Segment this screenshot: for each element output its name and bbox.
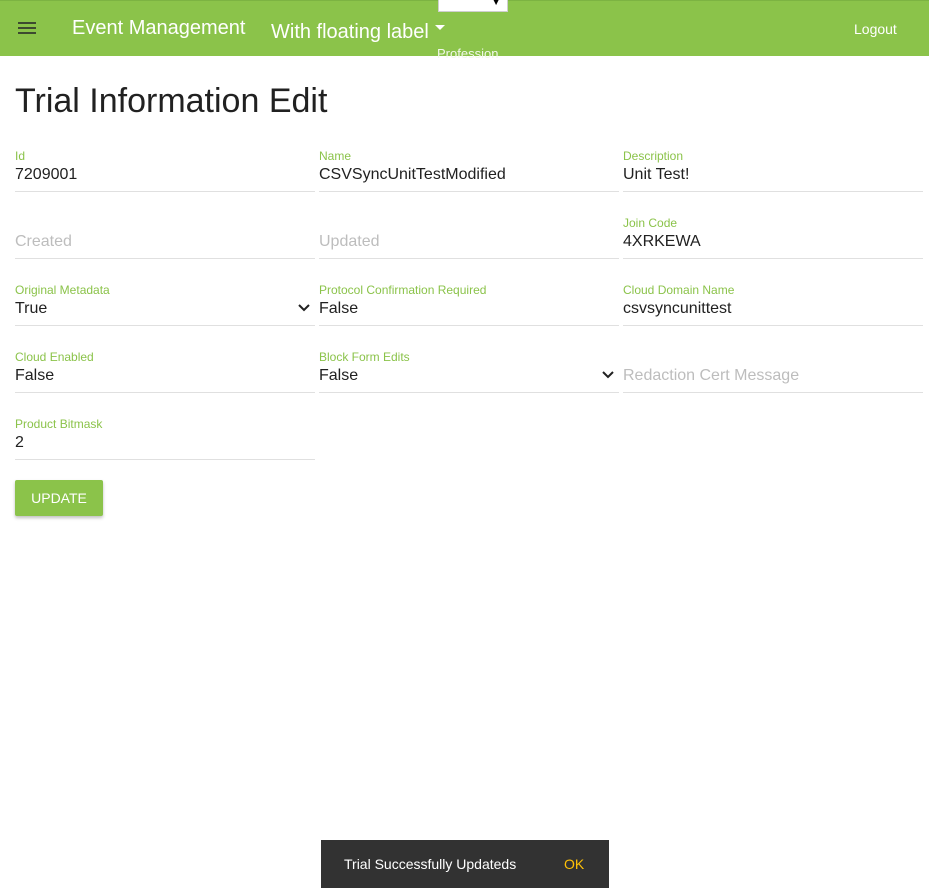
block-form-edits-label: Block Form Edits [319, 350, 410, 364]
join-code-value: 4XRKEWA [623, 233, 701, 250]
snackbar-ok-button[interactable]: OK [564, 856, 584, 872]
cloud-enabled-value: False [15, 367, 55, 384]
hamburger-menu-icon[interactable] [18, 21, 38, 37]
updated-placeholder: Updated [319, 233, 380, 250]
name-label: Name [319, 149, 352, 163]
description-field[interactable]: Description Unit Test! [623, 149, 923, 192]
description-label: Description [623, 149, 684, 163]
name-value: CSVSyncUnitTestModified [319, 166, 506, 183]
id-value: 7209001 [15, 166, 78, 183]
profession-label: Profession [437, 46, 499, 61]
snackbar-message: Trial Successfully Updateds [344, 856, 517, 872]
original-metadata-label: Original Metadata [15, 283, 110, 297]
cloud-enabled-label: Cloud Enabled [15, 350, 94, 364]
page-title: Trial Information Edit [15, 82, 328, 120]
block-form-edits-select[interactable]: Block Form Edits False [319, 350, 619, 393]
floating-label-menu[interactable]: With floating label [271, 21, 445, 44]
redaction-cert-message-field[interactable]: Redaction Cert Message [623, 350, 923, 393]
redaction-cert-message-placeholder: Redaction Cert Message [623, 367, 800, 384]
app-title: Event Management [72, 17, 246, 39]
cloud-domain-name-value: csvsyncunittest [623, 300, 732, 317]
id-label: Id [15, 149, 26, 163]
updated-field[interactable]: Updated [319, 216, 619, 259]
protocol-confirmation-value: False [319, 300, 359, 317]
block-form-edits-value: False [319, 367, 359, 384]
select-arrow-icon: ▼ [491, 0, 501, 8]
original-metadata-value: True [15, 300, 48, 317]
update-button[interactable]: UPDATE [15, 480, 103, 516]
created-field[interactable]: Created [15, 216, 315, 259]
created-placeholder: Created [15, 233, 72, 250]
description-value: Unit Test! [623, 166, 690, 183]
chevron-down-icon [602, 371, 614, 379]
cloud-domain-name-field[interactable]: Cloud Domain Name csvsyncunittest [623, 283, 923, 326]
caret-down-icon [434, 25, 445, 30]
logout-button[interactable]: Logout [854, 21, 897, 37]
chevron-down-icon [298, 304, 310, 312]
snackbar: Trial Successfully Updateds OK [321, 840, 609, 888]
protocol-confirmation-label: Protocol Confirmation Required [319, 283, 487, 297]
join-code-field[interactable]: Join Code 4XRKEWA [623, 216, 923, 259]
product-bitmask-field[interactable]: Product Bitmask 2 [15, 417, 315, 460]
product-bitmask-value: 2 [15, 434, 24, 451]
floating-label-menu-text: With floating label [271, 21, 429, 43]
id-field[interactable]: Id 7209001 [15, 149, 315, 192]
protocol-confirmation-field[interactable]: Protocol Confirmation Required False [319, 283, 619, 326]
cloud-enabled-field[interactable]: Cloud Enabled False [15, 350, 315, 393]
original-metadata-select[interactable]: Original Metadata True [15, 283, 315, 326]
product-bitmask-label: Product Bitmask [15, 417, 103, 431]
name-field[interactable]: Name CSVSyncUnitTestModified [319, 149, 619, 192]
cloud-domain-name-label: Cloud Domain Name [623, 283, 735, 297]
join-code-label: Join Code [623, 216, 678, 230]
profession-select[interactable]: ▼ [438, 0, 508, 12]
